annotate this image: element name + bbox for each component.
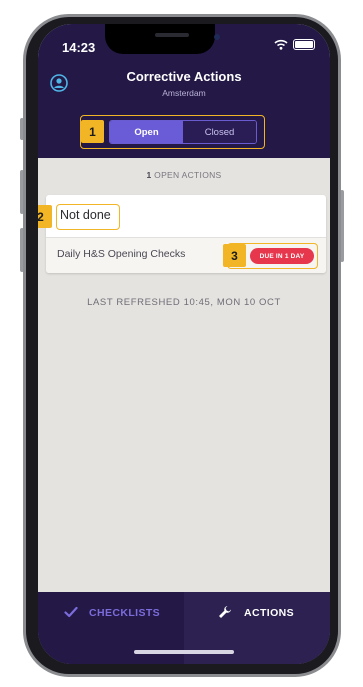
status-time: 14:23 [62,40,96,55]
count-number: 1 [146,170,152,180]
front-camera [214,34,220,40]
wifi-icon [274,39,288,50]
speaker [155,33,189,37]
action-status: Not done [60,208,111,222]
card-divider [46,237,326,238]
segment-closed[interactable]: Closed [183,121,256,143]
page-subtitle: Amsterdam [162,88,206,98]
action-checklist-name: Daily H&S Opening Checks [57,248,186,260]
wrench-icon [219,606,231,618]
battery-icon [293,39,315,50]
status-segmented-control: Open Closed [109,120,257,144]
status-icons [274,39,315,50]
last-refreshed: LAST REFRESHED 10:45, MON 10 OCT [87,297,281,308]
tab-checklists-label: CHECKLISTS [89,607,161,619]
due-badge: DUE IN 1 DAY [250,248,314,264]
annotation-badge-2: 2 [38,205,52,228]
page-title: Corrective Actions [126,69,242,84]
check-icon [64,606,78,618]
app-screen: 14:23 Corrective Actions Amsterdam 1 Ope… [38,24,330,664]
count-label: OPEN ACTIONS [154,170,222,180]
segment-open[interactable]: Open [110,121,183,143]
notch [105,24,215,54]
open-actions-count: 1 OPEN ACTIONS [38,170,330,180]
annotation-badge-3: 3 [223,244,246,267]
annotation-badge-1: 1 [81,120,104,143]
home-indicator [134,650,234,654]
tab-actions-label: ACTIONS [244,607,295,619]
